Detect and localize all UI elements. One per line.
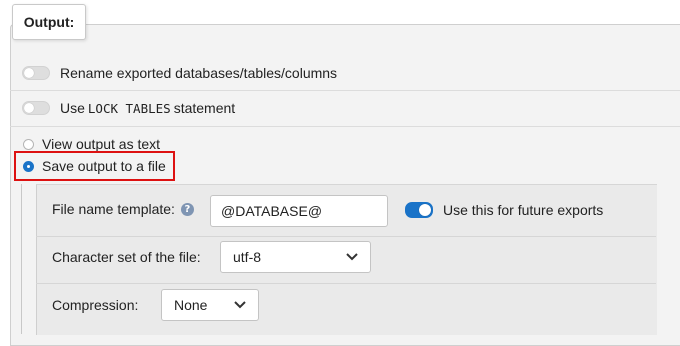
- charset-label: Character set of the file:: [52, 249, 201, 265]
- view-as-text-label: View output as text: [42, 136, 161, 152]
- indent-line: [21, 184, 22, 334]
- file-name-template-input[interactable]: @DATABASE@: [210, 195, 388, 227]
- lock-tables-label-prefix: Use: [60, 100, 85, 116]
- divider: [36, 236, 656, 237]
- lock-tables-code: LOCK TABLES: [87, 100, 171, 116]
- divider: [10, 90, 680, 91]
- lock-tables-option-row: Use LOCK TABLES statement: [22, 99, 235, 117]
- chevron-down-icon: [346, 253, 358, 261]
- future-exports-label: Use this for future exports: [443, 202, 604, 218]
- future-exports-row: Use this for future exports: [405, 201, 603, 219]
- file-name-template-label: File name template:: [52, 201, 175, 217]
- future-exports-toggle[interactable]: [405, 202, 433, 218]
- compression-label: Compression:: [52, 297, 139, 313]
- charset-select[interactable]: utf-8: [220, 241, 371, 273]
- chevron-down-icon: [234, 301, 246, 309]
- rename-toggle[interactable]: [22, 66, 50, 80]
- lock-tables-toggle[interactable]: [22, 101, 50, 115]
- view-as-text-option[interactable]: View output as text: [23, 136, 160, 152]
- rename-option-row: Rename exported databases/tables/columns: [22, 64, 337, 82]
- save-to-file-radio[interactable]: [23, 160, 34, 172]
- toggle-knob: [419, 204, 431, 216]
- divider: [10, 126, 680, 127]
- compression-select[interactable]: None: [161, 289, 259, 321]
- lock-tables-label-suffix: statement: [173, 100, 236, 116]
- toggle-knob: [24, 103, 34, 113]
- rename-label: Rename exported databases/tables/columns: [60, 65, 338, 81]
- view-as-text-radio[interactable]: [23, 138, 34, 150]
- section-title: Output:: [12, 4, 86, 40]
- charset-value: utf-8: [233, 249, 262, 265]
- save-to-file-label: Save output to a file: [42, 158, 166, 174]
- divider: [36, 283, 656, 284]
- file-name-template-row: File name template: ?: [52, 201, 194, 217]
- toggle-knob: [24, 68, 34, 78]
- save-to-file-option[interactable]: Save output to a file: [23, 157, 166, 175]
- question-circle-icon[interactable]: ?: [180, 202, 194, 216]
- compression-value: None: [174, 297, 208, 313]
